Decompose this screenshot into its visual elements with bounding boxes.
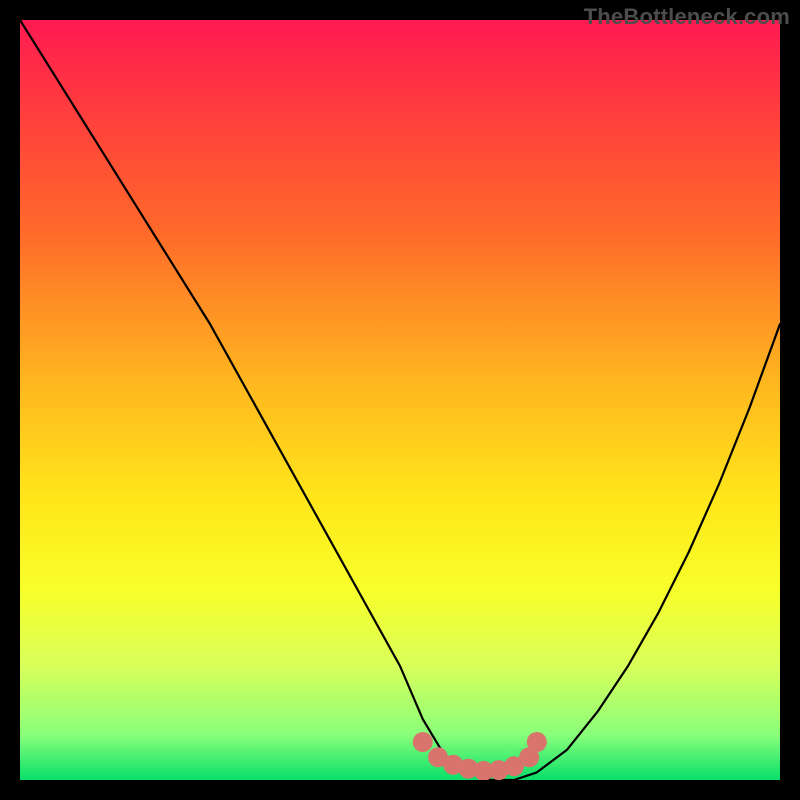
watermark-text: TheBottleneck.com	[584, 4, 790, 30]
plot-area	[20, 20, 780, 780]
sweet-spot-marker	[527, 732, 547, 752]
chart-frame: TheBottleneck.com	[0, 0, 800, 800]
sweet-spot-marker	[413, 732, 433, 752]
bottleneck-curve-path	[20, 20, 780, 780]
bottleneck-curve-svg	[20, 20, 780, 780]
